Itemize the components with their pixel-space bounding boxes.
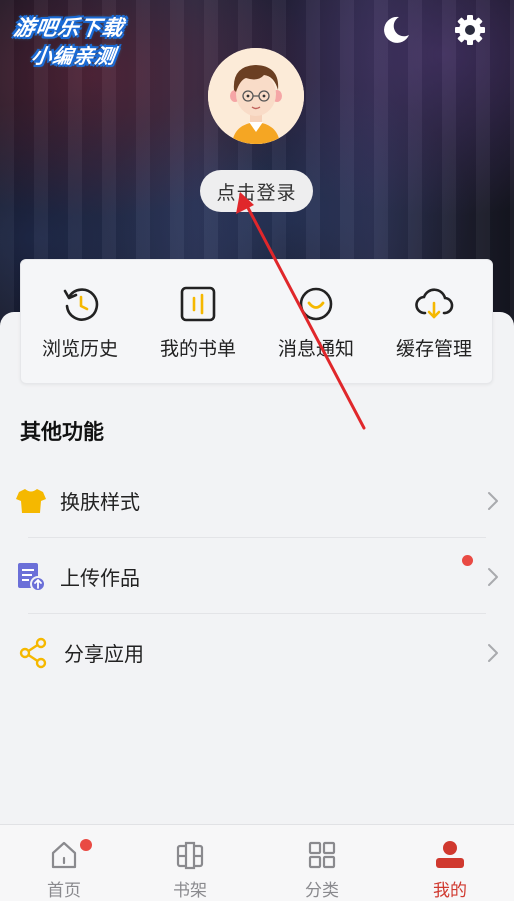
message-smile-icon (299, 287, 333, 321)
nav-label: 我的 (433, 881, 467, 901)
tshirt-icon (16, 489, 46, 513)
function-label: 换肤样式 (60, 490, 140, 514)
watermark-line-1: 游吧乐下载 (12, 16, 126, 40)
nav-tab-home[interactable]: 首页 (0, 825, 128, 901)
quick-actions-card: 浏览历史 我的书单 消息通知 缓存管理 (20, 259, 493, 384)
nav-tab-mine[interactable]: 我的 (386, 825, 514, 901)
quick-action-label: 缓存管理 (395, 338, 472, 360)
quick-action-booklist[interactable]: 我的书单 (139, 260, 257, 385)
quick-action-history[interactable]: 浏览历史 (21, 260, 139, 385)
avatar-illustration (208, 48, 304, 144)
user-avatar[interactable] (208, 48, 304, 144)
watermark-logo: 游吧乐下载 小编亲测 (12, 10, 146, 68)
nav-badge-dot (80, 839, 92, 851)
settings-gear-icon (455, 15, 485, 45)
quick-action-messages[interactable]: 消息通知 (257, 260, 375, 385)
nav-label: 书架 (173, 881, 207, 901)
cloud-download-icon (415, 288, 454, 319)
other-functions-title: 其他功能 (20, 420, 104, 444)
chevron-right-icon (488, 492, 498, 510)
history-clock-icon (63, 288, 99, 321)
share-icon (19, 637, 47, 669)
function-label: 上传作品 (60, 566, 140, 590)
function-item-share[interactable]: 分享应用 (0, 614, 514, 690)
new-badge-dot (462, 555, 473, 566)
profile-person-icon (436, 841, 464, 868)
nav-label: 分类 (305, 881, 339, 901)
function-item-upload[interactable]: 上传作品 (0, 538, 514, 614)
quick-action-label: 消息通知 (277, 338, 354, 360)
function-label: 分享应用 (64, 642, 144, 666)
quick-action-label: 浏览历史 (41, 338, 118, 360)
nav-label: 首页 (47, 881, 81, 901)
upload-document-icon (18, 563, 46, 592)
chevron-right-icon (488, 644, 498, 662)
chevron-right-icon (488, 568, 498, 586)
bookshelf-icon (176, 841, 204, 870)
nav-tab-bookshelf[interactable]: 书架 (126, 825, 254, 901)
home-icon (51, 841, 77, 869)
login-button[interactable]: 点击登录 (200, 170, 313, 212)
function-item-skin[interactable]: 换肤样式 (0, 462, 514, 538)
moon-icon (384, 16, 409, 43)
quick-action-cache[interactable]: 缓存管理 (375, 260, 493, 385)
book-list-icon (180, 286, 216, 322)
watermark-line-2: 小编亲测 (30, 44, 118, 68)
nav-tab-category[interactable]: 分类 (258, 825, 386, 901)
quick-action-label: 我的书单 (159, 338, 236, 360)
bottom-navigation: 首页 书架 分类 我的 (0, 824, 514, 901)
login-label: 点击登录 (216, 181, 297, 204)
settings-button[interactable] (452, 12, 488, 48)
night-mode-button[interactable] (378, 12, 414, 48)
category-grid-icon (308, 841, 336, 869)
